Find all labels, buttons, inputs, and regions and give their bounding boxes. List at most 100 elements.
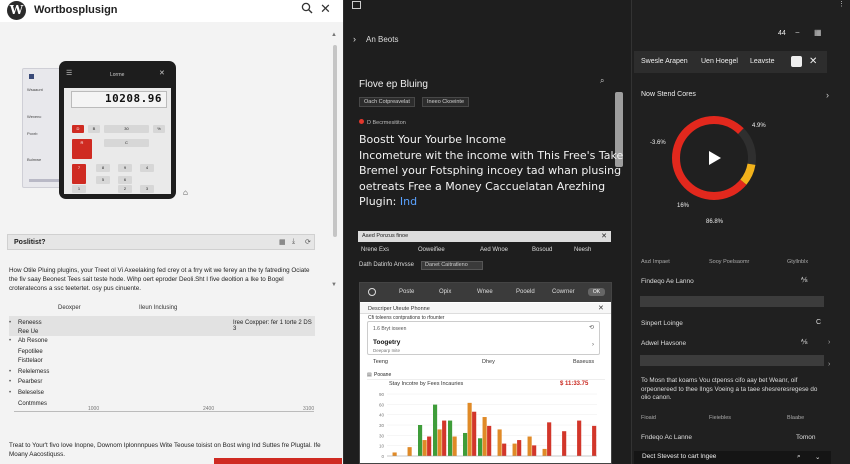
footer-text[interactable]: Dect Stevest to cart lngee: [642, 453, 716, 460]
share-icon[interactable]: ⟳: [305, 238, 311, 246]
arrow-icon[interactable]: ›: [828, 339, 830, 346]
search-icon[interactable]: [301, 2, 313, 14]
sub-tab[interactable]: Baseuss: [573, 359, 594, 365]
calculator-key: C: [104, 139, 149, 147]
calculator-key: 6: [118, 176, 132, 184]
more-icon[interactable]: ⋮: [838, 0, 845, 8]
toolbar-item[interactable]: Swesle Arapen: [641, 58, 688, 65]
mockup-label: Wsaaunt: [27, 87, 43, 92]
list-item[interactable]: Findeqo Ae Lanno: [641, 278, 694, 285]
card-title: Toogetry: [373, 339, 401, 346]
table-cell: Iree Coxpper: fer 1 torte 2 DS 3: [233, 320, 312, 332]
calculator-key: 8: [96, 164, 110, 172]
table-row[interactable]: • Reneess: [9, 320, 42, 326]
table-row[interactable]: • Beleselse: [9, 390, 44, 396]
phone-topbar: ☰ Lorrne ✕: [59, 61, 176, 87]
address-bar[interactable]: Descriper Uteute Phonne ✕: [360, 303, 611, 314]
chart-icon[interactable]: ⅍: [801, 339, 808, 346]
section-header: Poslitist? ▦ ⤓ ⟳: [7, 234, 315, 250]
column-header[interactable]: Bosoud: [532, 247, 552, 253]
breadcrumb[interactable]: › An Beots: [353, 34, 398, 44]
search-icon[interactable]: ⌕: [797, 453, 801, 461]
browser-tab[interactable]: Opix: [439, 289, 451, 295]
scroll-down-icon[interactable]: ▼: [331, 282, 337, 288]
dropdown-icon[interactable]: ⌄: [815, 453, 820, 461]
browser-tab[interactable]: Poste: [399, 289, 414, 295]
wordpress-logo: W: [7, 1, 26, 20]
browser-toolbar: Poste Opix Wnee Pooeld Cowrner OK: [360, 283, 611, 302]
axis-label: 3100: [303, 406, 315, 412]
close-icon[interactable]: ✕: [601, 232, 607, 240]
browser-tab[interactable]: Cowrner: [552, 289, 575, 295]
chart-tab[interactable]: Pooane: [374, 372, 391, 378]
list-item[interactable]: Adwel Havsone: [641, 340, 686, 347]
filter-select[interactable]: Danet Caitratleno: [421, 261, 483, 270]
calculator-key: 7: [72, 164, 86, 184]
bar: [418, 425, 423, 456]
tag-chip[interactable]: Oach Cotpreavelat: [359, 97, 415, 107]
column-header: Deoxper: [58, 305, 81, 311]
browser-icon[interactable]: [368, 288, 376, 296]
column-row: Nrene Exs Ooweifiee Aed Wnoe Bosoud Nees…: [359, 247, 619, 257]
y-tick-label: 30: [379, 423, 385, 428]
scrollbar-thumb[interactable]: [333, 45, 337, 237]
bar: [452, 436, 457, 456]
column-header[interactable]: Aed Wnoe: [480, 247, 508, 253]
minus-icon[interactable]: −: [795, 28, 800, 37]
sub-tab[interactable]: Teeng: [373, 359, 388, 365]
refresh-icon[interactable]: ⟲: [589, 324, 594, 331]
info-card[interactable]: 1.6 Bryt ioseen Toogetry Deeparp Inite ⟲…: [367, 321, 600, 355]
play-icon[interactable]: [709, 151, 721, 165]
table-row[interactable]: Fepotilee: [9, 349, 43, 355]
download-icon[interactable]: ⤓: [292, 238, 295, 246]
section-subtitle: Flove ep Bluing: [359, 79, 428, 90]
chevron-right-icon[interactable]: ›: [826, 90, 829, 100]
grid-icon[interactable]: ▦: [279, 238, 286, 246]
browser-tab[interactable]: Pooeld: [516, 289, 535, 295]
browser-tab[interactable]: Wnee: [477, 289, 493, 295]
table-row[interactable]: Contmmes: [9, 401, 47, 407]
close-icon[interactable]: ✕: [809, 56, 817, 67]
description-paragraph: To Mosn that koams Vou ctpenss cifo aay …: [641, 377, 818, 401]
chart-header: ▤ Pooane: [367, 370, 605, 380]
search-icon[interactable]: ⌕: [600, 76, 604, 86]
table-row[interactable]: Ree Ue: [9, 329, 38, 335]
toolbar-item[interactable]: Uen Hoegel: [701, 58, 738, 65]
phone-title: Lorrne: [110, 72, 125, 78]
right-pane: ⋮ 44 − ▦ Swesle Arapen Uen Hoegel Leavst…: [631, 0, 850, 464]
square-icon[interactable]: [791, 56, 802, 67]
table-row[interactable]: Fisttelaor: [9, 358, 43, 364]
chart-title: Stay Incotre by Fees Incauries: [389, 381, 464, 387]
progress-bar: [640, 355, 824, 366]
arrow-icon[interactable]: ›: [828, 361, 830, 368]
chevron-right-icon[interactable]: ›: [592, 342, 594, 348]
calculator-key: 9: [118, 164, 132, 172]
toggle-pill[interactable]: OK: [588, 288, 605, 296]
column-header[interactable]: Neesh: [574, 247, 591, 253]
axis-line: [14, 411, 314, 412]
column-header: Blaabe: [787, 415, 805, 421]
table-row[interactable]: • Ab Resone: [9, 338, 48, 344]
headline-link[interactable]: Ind: [400, 195, 417, 208]
window-icon[interactable]: [352, 1, 361, 9]
cta-button[interactable]: [214, 458, 342, 464]
donut-label: 16%: [677, 203, 690, 209]
refresh-icon[interactable]: C: [816, 319, 821, 326]
close-icon[interactable]: ✕: [598, 304, 604, 312]
sub-tab[interactable]: Dhey: [482, 359, 495, 365]
grid-icon[interactable]: ▦: [814, 28, 822, 37]
toolbar-item[interactable]: Leavste: [750, 58, 775, 65]
tag-chip[interactable]: Ineeo Ckoeinte: [422, 97, 469, 107]
table-row[interactable]: • Relelemess: [9, 369, 49, 375]
column-header[interactable]: Ooweifiee: [418, 247, 445, 253]
close-icon[interactable]: ✕: [320, 1, 331, 17]
list-item[interactable]: Fndeqo Ac Lanne: [641, 434, 692, 441]
table-row[interactable]: • Pearbesr: [9, 379, 42, 385]
scroll-up-icon[interactable]: ▲: [331, 32, 337, 38]
column-header[interactable]: Nrene Exs: [361, 247, 389, 253]
pin-icon: ⌂: [183, 188, 188, 197]
count-badge: 44: [778, 30, 786, 37]
chart-icon[interactable]: ⅍: [801, 277, 808, 284]
chevron-right-icon[interactable]: ›: [353, 34, 356, 44]
list-item[interactable]: Sinpert Loinge: [641, 320, 683, 327]
